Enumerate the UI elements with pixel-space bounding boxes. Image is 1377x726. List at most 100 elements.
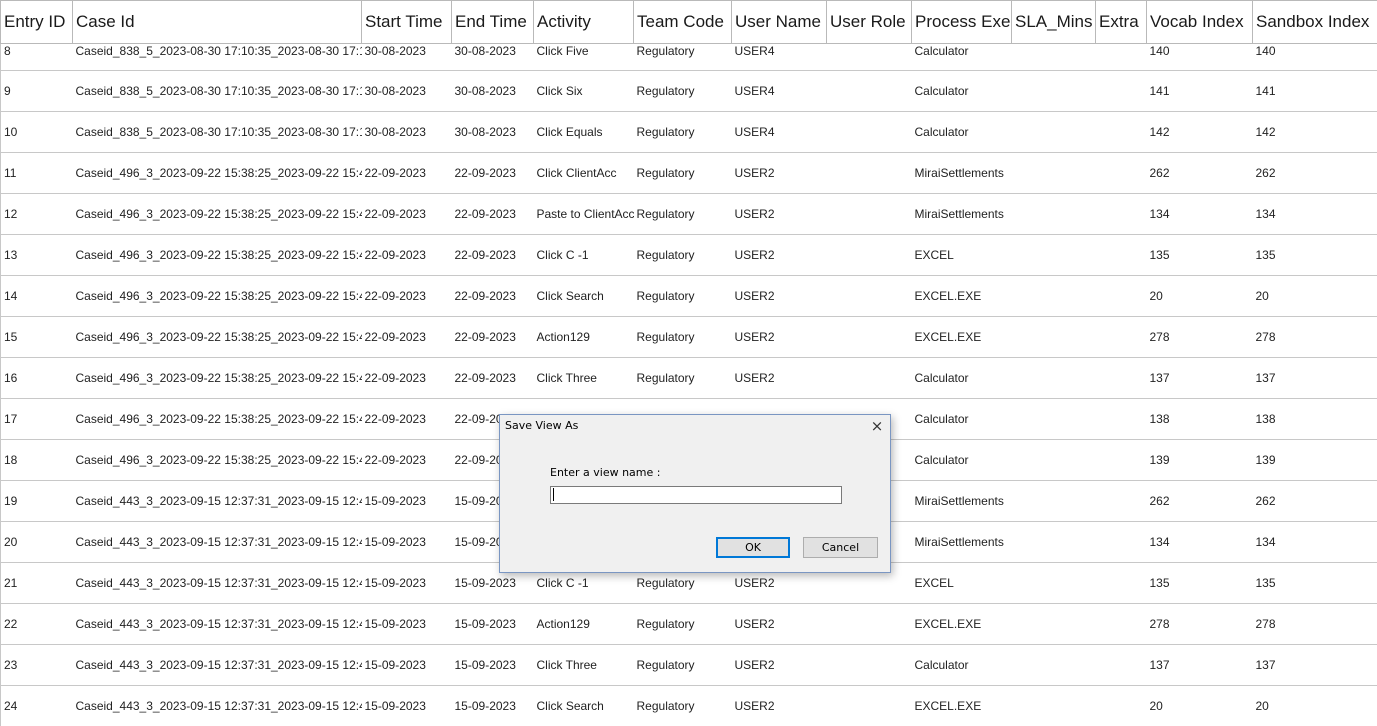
cell-user-name[interactable]: USER2	[731, 644, 827, 686]
cell-process-exe[interactable]: Calculator	[911, 70, 1012, 112]
cell-user-name[interactable]: USER2	[731, 357, 827, 399]
cell-sla-mins[interactable]	[1011, 521, 1096, 563]
cell-end-time[interactable]: 22-09-2023	[451, 275, 534, 317]
cell-vocab-index[interactable]: 262	[1146, 152, 1253, 194]
cell-user-name[interactable]: USER2	[731, 316, 827, 358]
cell-process-exe[interactable]: MiraiSettlements	[911, 152, 1012, 194]
cell-sla-mins[interactable]	[1011, 357, 1096, 399]
cell-extra[interactable]	[1095, 398, 1147, 440]
cell-start-time[interactable]: 30-08-2023	[361, 43, 452, 71]
table-row[interactable]: 8 Caseid_838_5_2023-08-30 17:10:35_2023-0…	[0, 43, 1377, 71]
cell-user-name[interactable]: USER2	[731, 193, 827, 235]
cell-user-role[interactable]	[826, 603, 912, 645]
cell-team-code[interactable]: Regulatory	[633, 234, 732, 276]
cell-end-time[interactable]: 22-09-2023	[451, 316, 534, 358]
cell-sandbox-index[interactable]: 141	[1252, 70, 1377, 112]
cell-sandbox-index[interactable]: 142	[1252, 111, 1377, 153]
cell-end-time[interactable]: 30-08-2023	[451, 43, 534, 71]
cell-entry-id[interactable]: 24	[0, 685, 73, 726]
cell-end-time[interactable]: 22-09-2023	[451, 193, 534, 235]
cell-case-id[interactable]: Caseid_496_3_2023-09-22 15:38:25_2023-09…	[72, 234, 362, 276]
table-row[interactable]: 14 Caseid_496_3_2023-09-22 15:38:25_2023-…	[0, 275, 1377, 317]
cell-user-name[interactable]: USER4	[731, 43, 827, 71]
cell-sla-mins[interactable]	[1011, 111, 1096, 153]
cell-vocab-index[interactable]: 262	[1146, 480, 1253, 522]
cell-vocab-index[interactable]: 134	[1146, 521, 1253, 563]
cell-sla-mins[interactable]	[1011, 43, 1096, 71]
cell-extra[interactable]	[1095, 685, 1147, 726]
cell-team-code[interactable]: Regulatory	[633, 111, 732, 153]
table-row[interactable]: 24 Caseid_443_3_2023-09-15 12:37:31_2023-…	[0, 685, 1377, 726]
cell-user-role[interactable]	[826, 70, 912, 112]
cell-process-exe[interactable]: EXCEL.EXE	[911, 685, 1012, 726]
table-row[interactable]: 12 Caseid_496_3_2023-09-22 15:38:25_2023-…	[0, 193, 1377, 235]
table-row[interactable]: 9 Caseid_838_5_2023-08-30 17:10:35_2023-0…	[0, 70, 1377, 112]
cell-team-code[interactable]: Regulatory	[633, 357, 732, 399]
cell-start-time[interactable]: 22-09-2023	[361, 439, 452, 481]
cell-start-time[interactable]: 30-08-2023	[361, 70, 452, 112]
cell-case-id[interactable]: Caseid_443_3_2023-09-15 12:37:31_2023-09…	[72, 562, 362, 604]
cell-user-role[interactable]	[826, 275, 912, 317]
cell-process-exe[interactable]: MiraiSettlements	[911, 521, 1012, 563]
cell-process-exe[interactable]: EXCEL.EXE	[911, 275, 1012, 317]
cell-activity[interactable]: Action129	[533, 603, 634, 645]
cell-start-time[interactable]: 22-09-2023	[361, 275, 452, 317]
cell-user-name[interactable]: USER2	[731, 234, 827, 276]
cell-vocab-index[interactable]: 137	[1146, 644, 1253, 686]
cell-start-time[interactable]: 22-09-2023	[361, 152, 452, 194]
cell-sandbox-index[interactable]: 262	[1252, 480, 1377, 522]
cell-vocab-index[interactable]: 278	[1146, 603, 1253, 645]
cell-case-id[interactable]: Caseid_496_3_2023-09-22 15:38:25_2023-09…	[72, 398, 362, 440]
cell-user-name[interactable]: USER4	[731, 111, 827, 153]
cell-entry-id[interactable]: 15	[0, 316, 73, 358]
cell-start-time[interactable]: 22-09-2023	[361, 234, 452, 276]
cell-entry-id[interactable]: 19	[0, 480, 73, 522]
cell-process-exe[interactable]: EXCEL.EXE	[911, 603, 1012, 645]
column-header-user-name[interactable]: User Name	[731, 0, 827, 44]
cell-team-code[interactable]: Regulatory	[633, 70, 732, 112]
cell-end-time[interactable]: 22-09-2023	[451, 234, 534, 276]
cell-activity[interactable]: Click Search	[533, 275, 634, 317]
cell-case-id[interactable]: Caseid_496_3_2023-09-22 15:38:25_2023-09…	[72, 357, 362, 399]
cell-sla-mins[interactable]	[1011, 439, 1096, 481]
cancel-button[interactable]: Cancel	[803, 537, 878, 558]
column-header-process-exe[interactable]: Process Exe	[911, 0, 1012, 44]
cell-sla-mins[interactable]	[1011, 316, 1096, 358]
cell-user-name[interactable]: USER4	[731, 70, 827, 112]
cell-team-code[interactable]: Regulatory	[633, 193, 732, 235]
close-icon[interactable]: ×	[867, 416, 887, 436]
cell-user-role[interactable]	[826, 644, 912, 686]
cell-vocab-index[interactable]: 137	[1146, 357, 1253, 399]
cell-case-id[interactable]: Caseid_838_5_2023-08-30 17:10:35_2023-08…	[72, 111, 362, 153]
cell-process-exe[interactable]: MiraiSettlements	[911, 480, 1012, 522]
cell-entry-id[interactable]: 21	[0, 562, 73, 604]
cell-start-time[interactable]: 22-09-2023	[361, 193, 452, 235]
cell-user-name[interactable]: USER2	[731, 152, 827, 194]
column-header-extra[interactable]: Extra	[1095, 0, 1147, 44]
cell-vocab-index[interactable]: 278	[1146, 316, 1253, 358]
cell-vocab-index[interactable]: 134	[1146, 193, 1253, 235]
cell-vocab-index[interactable]: 135	[1146, 562, 1253, 604]
cell-sla-mins[interactable]	[1011, 70, 1096, 112]
cell-vocab-index[interactable]: 138	[1146, 398, 1253, 440]
cell-end-time[interactable]: 22-09-2023	[451, 152, 534, 194]
cell-process-exe[interactable]: Calculator	[911, 111, 1012, 153]
cell-sla-mins[interactable]	[1011, 685, 1096, 726]
cell-process-exe[interactable]: Calculator	[911, 357, 1012, 399]
cell-team-code[interactable]: Regulatory	[633, 152, 732, 194]
cell-start-time[interactable]: 15-09-2023	[361, 603, 452, 645]
cell-start-time[interactable]: 22-09-2023	[361, 316, 452, 358]
cell-activity[interactable]: Paste to ClientAcc	[533, 193, 634, 235]
cell-activity[interactable]: Click Equals	[533, 111, 634, 153]
cell-user-role[interactable]	[826, 316, 912, 358]
cell-process-exe[interactable]: EXCEL.EXE	[911, 316, 1012, 358]
cell-start-time[interactable]: 30-08-2023	[361, 111, 452, 153]
cell-sandbox-index[interactable]: 138	[1252, 398, 1377, 440]
cell-sla-mins[interactable]	[1011, 234, 1096, 276]
cell-process-exe[interactable]: Calculator	[911, 398, 1012, 440]
cell-activity[interactable]: Action129	[533, 316, 634, 358]
cell-case-id[interactable]: Caseid_496_3_2023-09-22 15:38:25_2023-09…	[72, 316, 362, 358]
column-header-start-time[interactable]: Start Time	[361, 0, 452, 44]
cell-entry-id[interactable]: 14	[0, 275, 73, 317]
cell-extra[interactable]	[1095, 111, 1147, 153]
